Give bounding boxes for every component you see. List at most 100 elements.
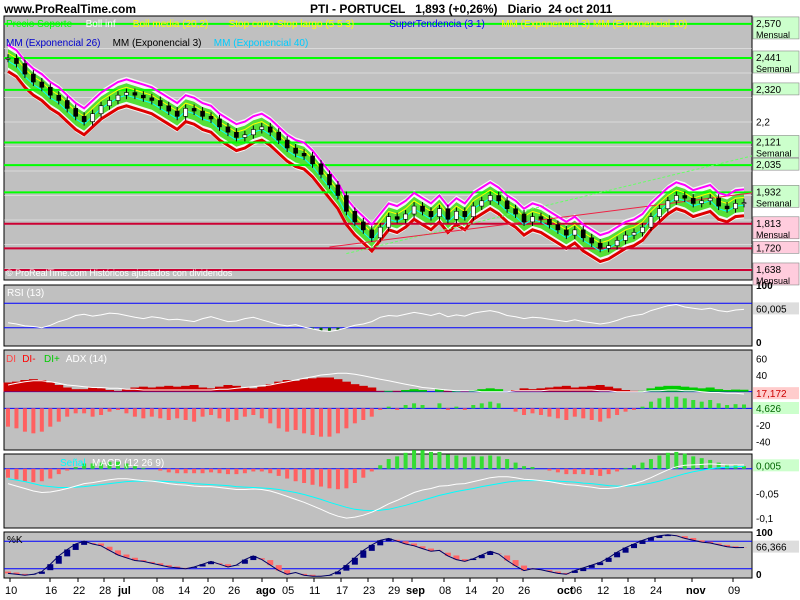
x-tick-label: 22	[73, 585, 85, 597]
candle	[707, 197, 713, 202]
candle	[420, 205, 425, 212]
candle	[496, 195, 501, 202]
candle	[487, 195, 493, 202]
candle	[589, 237, 595, 244]
candle	[555, 224, 561, 231]
macd-value: 0,005	[756, 461, 781, 472]
level-value: 2,320	[756, 85, 781, 96]
x-tick-label: 16	[45, 585, 57, 597]
x-tick-label: 20	[203, 585, 215, 597]
candle	[174, 110, 180, 117]
candle	[614, 240, 620, 246]
candle	[310, 155, 315, 165]
adx-legend: ADX (14)	[66, 354, 107, 365]
legend-entry: MM (Exponencial 3) MM (Exponencial 10)	[501, 19, 687, 30]
candle	[445, 208, 451, 220]
watermark: © ProRealTime.com Históricos ajustados c…	[6, 268, 233, 278]
candle	[741, 202, 747, 204]
x-tick-label: sep	[406, 585, 425, 597]
macd-panel: Señal MACD (12 26 9) -0,05 -0,1 0,005	[3, 450, 799, 529]
x-tick-label: jul	[117, 585, 131, 597]
y-tick-label: 0	[756, 338, 762, 349]
candle	[462, 211, 468, 217]
candle	[580, 229, 586, 239]
candle	[107, 100, 112, 107]
candle	[547, 218, 552, 225]
legend-entry: Stop corto Stop largo (5 5 3)	[229, 19, 355, 30]
candle	[191, 108, 197, 112]
candle	[259, 126, 265, 130]
candle	[403, 213, 408, 220]
rsi-title: RSI (13)	[7, 288, 44, 299]
legend-entry: Boll inf	[86, 19, 116, 30]
x-tick-label: 12	[597, 585, 609, 597]
candle	[572, 229, 578, 236]
candle	[22, 63, 28, 75]
candle	[132, 92, 138, 96]
x-tick-label: 28	[99, 585, 111, 597]
x-tick-label: 14	[178, 585, 190, 597]
level-value: 2,121	[756, 137, 781, 148]
candle	[31, 73, 36, 83]
candle	[166, 105, 172, 112]
level-value: 2,441	[756, 53, 781, 64]
candle	[56, 94, 62, 101]
x-tick-label: 29	[388, 585, 400, 597]
adx-legend: DI	[6, 354, 16, 365]
x-tick-label: 08	[439, 585, 451, 597]
candle	[623, 234, 628, 241]
level-period: Mensual	[756, 230, 790, 240]
candle	[640, 226, 645, 233]
candle	[530, 216, 535, 223]
candle	[631, 232, 637, 236]
legend-entry: MM (Exponencial 40)	[214, 38, 308, 49]
candle	[665, 200, 671, 210]
candle	[234, 131, 239, 138]
x-tick-label: 26	[228, 585, 240, 597]
y-tick-label: 100	[756, 281, 773, 292]
indicator-panels: Precio Soporte Boll inf Boll media (20,2) S…	[3, 15, 800, 581]
x-tick-label: 10	[5, 585, 17, 597]
candle	[538, 216, 544, 220]
candle	[564, 229, 569, 236]
candle	[724, 205, 730, 210]
stock-chart: Precio Soporte Boll inf Boll media (20,2) S…	[3, 15, 800, 597]
x-tick-label: ago	[256, 585, 276, 597]
candle	[648, 216, 654, 228]
candle	[200, 110, 205, 117]
x-tick-label: 05	[282, 585, 294, 597]
candle	[81, 116, 87, 122]
candle	[470, 205, 476, 217]
x-tick-label: 23	[363, 585, 375, 597]
level-value: 1,720	[756, 243, 781, 254]
stochastic-panel: %K 100 0 66,366	[3, 528, 799, 581]
x-tick-label: 11	[309, 585, 320, 597]
candle	[716, 197, 721, 207]
candle	[377, 226, 383, 239]
candle	[657, 208, 662, 217]
candle	[369, 229, 375, 239]
candle	[361, 221, 366, 231]
candle	[437, 208, 442, 217]
candle	[394, 216, 400, 220]
candle	[344, 195, 349, 212]
candle	[267, 126, 273, 133]
y-tick-label: -20	[756, 421, 771, 432]
candle	[597, 242, 603, 249]
candle	[284, 139, 290, 149]
legend-entry: Precio Soporte	[6, 19, 73, 30]
x-tick-label: 09	[728, 585, 740, 597]
candle	[251, 129, 256, 136]
candle	[47, 86, 53, 96]
stochastic-title: %K	[7, 535, 23, 546]
candle	[98, 105, 104, 114]
x-tick-label: 06	[570, 585, 582, 597]
candle	[428, 211, 434, 217]
adx-legend: DI-	[22, 354, 35, 365]
level-value: 1,932	[756, 187, 781, 198]
y-tick-label: 100	[756, 528, 773, 539]
candle	[352, 211, 358, 223]
level-value: 2,035	[756, 160, 781, 171]
candle	[183, 108, 188, 117]
legend-entry: MM (Exponencial 26)	[6, 38, 100, 49]
